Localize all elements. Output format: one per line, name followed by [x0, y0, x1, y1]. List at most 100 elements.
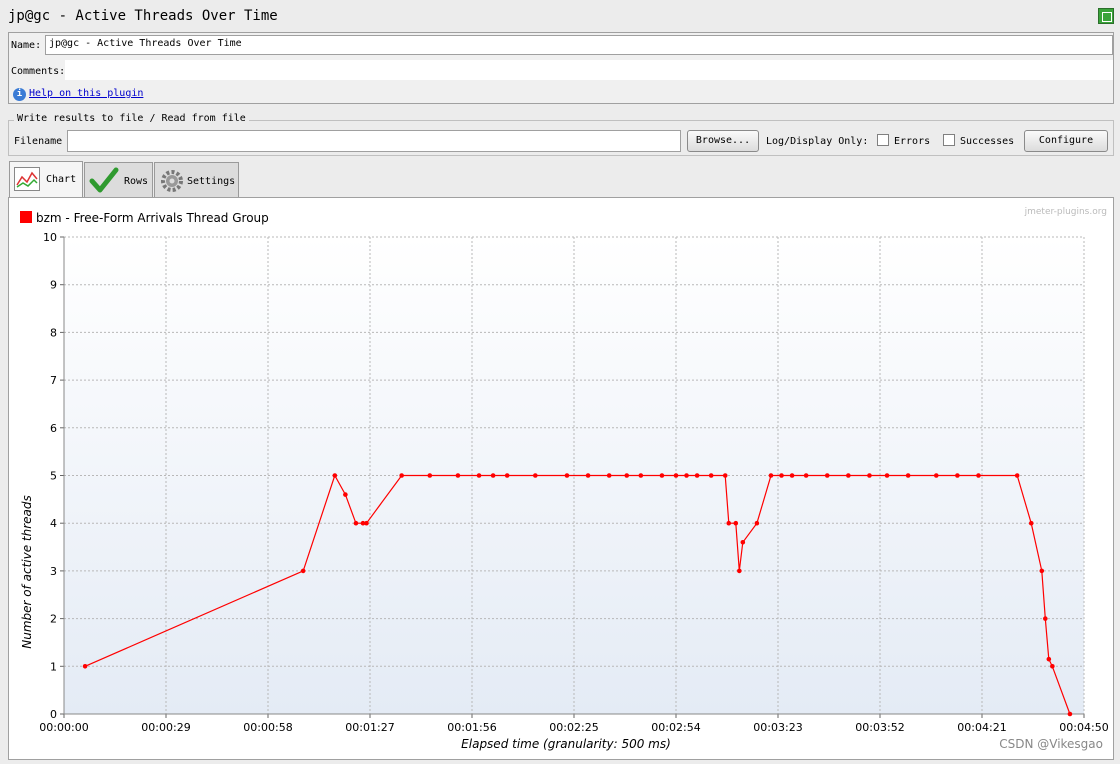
data-point	[1050, 664, 1055, 669]
tab-chart[interactable]: Chart	[9, 161, 83, 198]
comments-field[interactable]	[65, 60, 1113, 80]
y-axis-label: Number of active threads	[20, 495, 34, 649]
legend-label: bzm - Free-Form Arrivals Thread Group	[36, 211, 269, 225]
data-point	[1039, 568, 1045, 574]
y-tick-label: 9	[50, 279, 57, 292]
data-point	[1014, 473, 1020, 478]
data-point	[846, 473, 851, 478]
x-tick-label: 00:00:29	[141, 721, 190, 734]
watermark: CSDN @Vikesgao	[999, 737, 1103, 751]
data-point	[955, 473, 960, 478]
filename-label: Filename	[14, 136, 63, 147]
expand-icon[interactable]	[1098, 8, 1114, 24]
x-tick-label: 00:02:25	[549, 721, 598, 734]
data-point	[427, 473, 433, 478]
title-bar: jp@gc - Active Threads Over Time	[0, 0, 1120, 32]
x-tick-label: 00:02:54	[651, 721, 700, 734]
errors-label: Errors	[894, 136, 931, 147]
comments-label: Comments:	[11, 66, 66, 77]
data-point	[867, 473, 872, 478]
data-point	[1028, 520, 1034, 526]
data-point	[1067, 711, 1073, 717]
data-point	[638, 473, 644, 478]
y-tick-label: 5	[50, 470, 57, 483]
data-point	[353, 520, 359, 526]
tab-settings-label: Settings	[187, 176, 236, 187]
chart-svg: 0 1 2 3 4 5 6 7 8 9 10 00:00:00 00:00:29 00:00:58 00:0…	[20, 207, 1109, 751]
data-point	[673, 473, 679, 478]
window-title: jp@gc - Active Threads Over Time	[8, 8, 278, 24]
log-display-label: Log/Display Only:	[766, 136, 869, 147]
data-point	[504, 473, 510, 478]
data-point	[976, 473, 981, 478]
x-tick-label: 00:03:23	[753, 721, 802, 734]
data-point	[708, 473, 714, 478]
y-tick-label: 10	[43, 231, 57, 244]
y-tick-label: 8	[50, 326, 57, 339]
successes-label: Successes	[960, 136, 1015, 147]
data-point	[659, 473, 665, 478]
data-point	[564, 473, 570, 478]
configure-button[interactable]: Configure	[1024, 130, 1108, 152]
data-point	[789, 473, 795, 478]
data-point	[490, 473, 496, 478]
y-tick-label: 7	[50, 374, 57, 387]
data-point	[733, 520, 739, 526]
checkmark-icon	[89, 167, 119, 193]
data-point	[803, 473, 809, 478]
data-point	[343, 492, 348, 497]
tab-settings[interactable]: Settings	[154, 162, 239, 197]
y-tick-label: 0	[50, 708, 57, 721]
file-group-title: Write results to file / Read from file	[14, 113, 249, 124]
data-point	[1043, 616, 1048, 621]
tab-rows-label: Rows	[124, 176, 149, 187]
browse-button[interactable]: Browse...	[687, 130, 759, 152]
x-tick-label: 00:00:00	[39, 721, 88, 734]
y-tick-label: 3	[50, 565, 57, 578]
legend-swatch	[20, 211, 32, 223]
data-point	[476, 473, 482, 478]
errors-checkbox[interactable]	[877, 134, 889, 146]
data-point	[884, 473, 890, 478]
chart-panel: 0 1 2 3 4 5 6 7 8 9 10 00:00:00 00:00:29 00:00:58 00:0…	[8, 197, 1114, 760]
x-axis-label: Elapsed time (granularity: 500 ms)	[461, 737, 671, 751]
data-point	[399, 473, 404, 478]
tab-rows[interactable]: Rows	[84, 162, 153, 197]
help-link[interactable]: Help on this plugin	[29, 88, 143, 99]
data-point	[455, 473, 461, 478]
data-point	[824, 473, 830, 478]
data-point	[684, 473, 689, 478]
y-tick-label: 1	[50, 660, 57, 673]
data-point	[606, 473, 612, 478]
data-point	[779, 473, 784, 478]
data-point	[722, 473, 728, 478]
tab-chart-label: Chart	[46, 174, 77, 185]
data-point	[585, 473, 591, 478]
data-point	[726, 520, 732, 526]
data-point	[694, 473, 700, 478]
data-point	[364, 520, 369, 526]
x-tick-label: 00:04:50	[1059, 721, 1108, 734]
data-point	[533, 473, 538, 478]
chart-icon	[14, 167, 40, 191]
data-point	[332, 473, 338, 478]
data-point	[300, 568, 306, 574]
gear-icon	[161, 170, 183, 192]
y-tick-label: 4	[50, 517, 57, 530]
x-tick-label: 00:04:21	[957, 721, 1006, 734]
filename-input[interactable]	[67, 130, 681, 152]
x-tick-label: 00:00:58	[243, 721, 292, 734]
data-point	[740, 539, 746, 545]
x-tick-label: 00:01:27	[345, 721, 394, 734]
data-point	[1046, 656, 1052, 662]
name-label: Name:	[11, 40, 42, 51]
y-tick-label: 6	[50, 422, 57, 435]
data-point	[754, 520, 760, 526]
data-point	[768, 473, 774, 478]
name-field[interactable]: jp@gc - Active Threads Over Time	[45, 35, 1113, 55]
name-comments-panel: Name: jp@gc - Active Threads Over Time C…	[8, 32, 1114, 104]
successes-checkbox[interactable]	[943, 134, 955, 146]
data-point	[905, 473, 911, 478]
data-point	[624, 473, 630, 478]
plugin-attribution: jmeter-plugins.org	[1024, 207, 1107, 217]
